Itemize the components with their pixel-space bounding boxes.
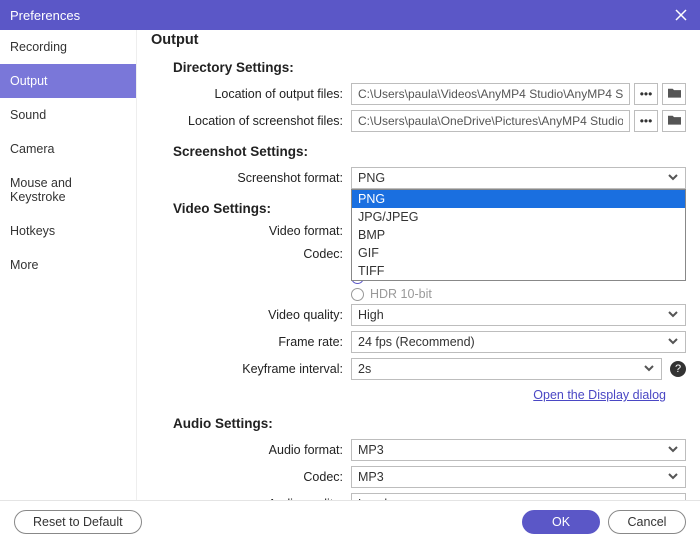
- video-quality-value: High: [358, 308, 384, 322]
- help-icon[interactable]: ?: [670, 361, 686, 377]
- output-files-browse-button[interactable]: [662, 83, 686, 105]
- screenshot-files-input[interactable]: [351, 110, 630, 132]
- audio-format-value: MP3: [358, 443, 384, 457]
- ok-button[interactable]: OK: [522, 510, 600, 534]
- audio-quality-select[interactable]: Lossless: [351, 493, 686, 500]
- audio-format-select[interactable]: MP3: [351, 439, 686, 461]
- chevron-down-icon: [643, 362, 655, 377]
- dropdown-option-jpg[interactable]: JPG/JPEG: [352, 208, 685, 226]
- sidebar-item-hotkeys[interactable]: Hotkeys: [0, 214, 136, 248]
- screenshot-format-dropdown: PNG JPG/JPEG BMP GIF TIFF: [351, 189, 686, 281]
- screenshot-format-select[interactable]: PNG PNG JPG/JPEG BMP GIF TIFF: [351, 167, 686, 189]
- sidebar-item-sound[interactable]: Sound: [0, 98, 136, 132]
- footer: Reset to Default OK Cancel: [0, 500, 700, 542]
- screenshot-files-browse-button[interactable]: [662, 110, 686, 132]
- screenshot-format-label: Screenshot format:: [151, 171, 351, 185]
- video-quality-select[interactable]: High: [351, 304, 686, 326]
- audio-codec-label: Codec:: [151, 470, 351, 484]
- radio-unchecked-icon: [351, 288, 364, 301]
- dropdown-option-tiff[interactable]: TIFF: [352, 262, 685, 280]
- titlebar: Preferences: [0, 0, 700, 30]
- ellipsis-icon: •••: [640, 114, 653, 128]
- dropdown-option-bmp[interactable]: BMP: [352, 226, 685, 244]
- dropdown-option-png[interactable]: PNG: [352, 190, 685, 208]
- video-codec-label: Codec:: [151, 247, 351, 261]
- folder-icon: [667, 86, 682, 102]
- screenshot-files-label: Location of screenshot files:: [151, 114, 351, 128]
- sidebar-item-mouse-keystroke[interactable]: Mouse and Keystroke: [0, 166, 136, 214]
- page-title: Output: [151, 32, 686, 48]
- keyframe-select[interactable]: 2s: [351, 358, 662, 380]
- frame-rate-value: 24 fps (Recommend): [358, 335, 475, 349]
- section-audio-title: Audio Settings:: [173, 416, 686, 431]
- close-button[interactable]: [672, 6, 690, 24]
- main: Recording Output Sound Camera Mouse and …: [0, 30, 700, 500]
- audio-codec-select[interactable]: MP3: [351, 466, 686, 488]
- audio-format-label: Audio format:: [151, 443, 351, 457]
- open-display-dialog-link[interactable]: Open the Display dialog: [533, 388, 666, 402]
- sidebar-item-output[interactable]: Output: [0, 64, 136, 98]
- section-screenshot-title: Screenshot Settings:: [173, 144, 686, 159]
- folder-icon: [667, 113, 682, 129]
- sidebar-item-recording[interactable]: Recording: [0, 30, 136, 64]
- cancel-button[interactable]: Cancel: [608, 510, 686, 534]
- keyframe-label: Keyframe interval:: [151, 362, 351, 376]
- output-files-more-button[interactable]: •••: [634, 83, 658, 105]
- reset-to-default-button[interactable]: Reset to Default: [14, 510, 142, 534]
- audio-quality-label: Audio quality:: [151, 497, 351, 500]
- frame-rate-label: Frame rate:: [151, 335, 351, 349]
- sidebar-item-more[interactable]: More: [0, 248, 136, 282]
- dropdown-option-gif[interactable]: GIF: [352, 244, 685, 262]
- chevron-down-icon: [667, 171, 679, 186]
- audio-codec-value: MP3: [358, 470, 384, 484]
- sidebar: Recording Output Sound Camera Mouse and …: [0, 30, 137, 500]
- audio-quality-value: Lossless: [358, 497, 407, 500]
- output-files-label: Location of output files:: [151, 87, 351, 101]
- chevron-down-icon: [667, 470, 679, 485]
- chevron-down-icon: [667, 335, 679, 350]
- section-directory-title: Directory Settings:: [173, 60, 686, 75]
- bit-hdr-radio-row[interactable]: HDR 10-bit: [351, 287, 686, 301]
- chevron-down-icon: [667, 308, 679, 323]
- window-title: Preferences: [10, 8, 80, 23]
- video-quality-label: Video quality:: [151, 308, 351, 322]
- chevron-down-icon: [667, 497, 679, 501]
- frame-rate-select[interactable]: 24 fps (Recommend): [351, 331, 686, 353]
- output-files-input[interactable]: [351, 83, 630, 105]
- keyframe-value: 2s: [358, 362, 371, 376]
- bit-hdr-label: HDR 10-bit: [370, 287, 432, 301]
- screenshot-format-value: PNG: [358, 171, 385, 185]
- content: Output Directory Settings: Location of o…: [137, 30, 700, 500]
- sidebar-item-camera[interactable]: Camera: [0, 132, 136, 166]
- video-format-label: Video format:: [151, 224, 351, 238]
- screenshot-files-more-button[interactable]: •••: [634, 110, 658, 132]
- ellipsis-icon: •••: [640, 87, 653, 101]
- chevron-down-icon: [667, 443, 679, 458]
